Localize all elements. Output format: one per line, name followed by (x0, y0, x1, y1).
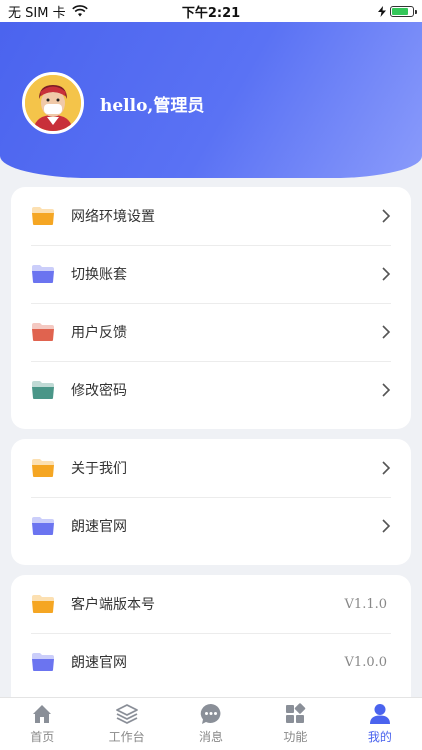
wifi-icon (71, 5, 88, 17)
tab-label: 消息 (199, 730, 224, 744)
menu-item-label: 朗速官网 (71, 655, 127, 671)
tab-label: 工作台 (108, 730, 145, 744)
menu-item-label: 客户端版本号 (71, 597, 155, 613)
user-icon (369, 704, 390, 724)
version-value: V1.0.0 (344, 654, 387, 670)
tab-functions[interactable]: 功能 (253, 698, 337, 750)
avatar[interactable] (22, 72, 84, 134)
battery-icon (390, 5, 417, 17)
folder-icon (32, 207, 54, 225)
chevron-right-icon (382, 267, 391, 281)
menu-item-switch-account-set[interactable]: 切换账套 (11, 245, 411, 303)
grid-icon (286, 703, 306, 723)
menu-item-change-password[interactable]: 修改密码 (11, 361, 411, 419)
menu-item-website-version: 朗速官网 V1.0.0 (11, 633, 411, 691)
tab-label: 我的 (367, 730, 392, 744)
tab-messages[interactable]: 消息 (169, 698, 253, 750)
version-value: V1.1.0 (344, 596, 387, 612)
tab-mine[interactable]: 我的 (338, 698, 422, 750)
menu-item-label: 关于我们 (71, 461, 127, 477)
chevron-right-icon (382, 519, 391, 533)
settings-card: 网络环境设置 切换账套 用户反馈 修改密码 (11, 187, 411, 429)
home-icon (33, 705, 52, 723)
menu-item-client-version: 客户端版本号 V1.1.0 (11, 575, 411, 633)
menu-item-label: 用户反馈 (71, 325, 127, 341)
tab-label: 首页 (30, 730, 55, 744)
folder-icon (32, 323, 54, 341)
folder-icon (32, 653, 54, 671)
folder-icon (32, 265, 54, 283)
about-card: 关于我们 朗速官网 (11, 439, 411, 565)
tab-workbench[interactable]: 工作台 (84, 698, 168, 750)
menu-item-official-website[interactable]: 朗速官网 (11, 497, 411, 555)
menu-item-label: 网络环境设置 (71, 209, 155, 225)
chevron-right-icon (382, 461, 391, 475)
layers-icon (115, 704, 138, 724)
menu-item-about-us[interactable]: 关于我们 (11, 439, 411, 497)
chevron-right-icon (382, 325, 391, 339)
avatar-illustration (25, 75, 81, 131)
folder-icon (32, 595, 54, 613)
tab-home[interactable]: 首页 (0, 698, 84, 750)
folder-icon (32, 517, 54, 535)
tab-label: 功能 (283, 730, 308, 744)
chat-icon (200, 703, 221, 724)
menu-item-label: 朗速官网 (71, 519, 127, 535)
charging-icon (378, 5, 386, 17)
chevron-right-icon (382, 209, 391, 223)
tab-bar: 首页 工作台 消息 功能 我的 (0, 697, 422, 750)
carrier-label: 无 SIM 卡 (8, 5, 66, 21)
folder-icon (32, 381, 54, 399)
greeting-text: hello,管理员 (100, 95, 205, 116)
menu-item-label: 修改密码 (71, 383, 127, 399)
menu-item-label: 切换账套 (71, 267, 127, 283)
status-bar: 无 SIM 卡 下午2:21 (0, 0, 422, 22)
profile[interactable]: hello,管理员 (22, 72, 204, 134)
status-time: 下午2:21 (181, 5, 241, 21)
folder-icon (32, 459, 54, 477)
menu-item-network-settings[interactable]: 网络环境设置 (11, 187, 411, 245)
menu-item-user-feedback[interactable]: 用户反馈 (11, 303, 411, 361)
chevron-right-icon (382, 383, 391, 397)
